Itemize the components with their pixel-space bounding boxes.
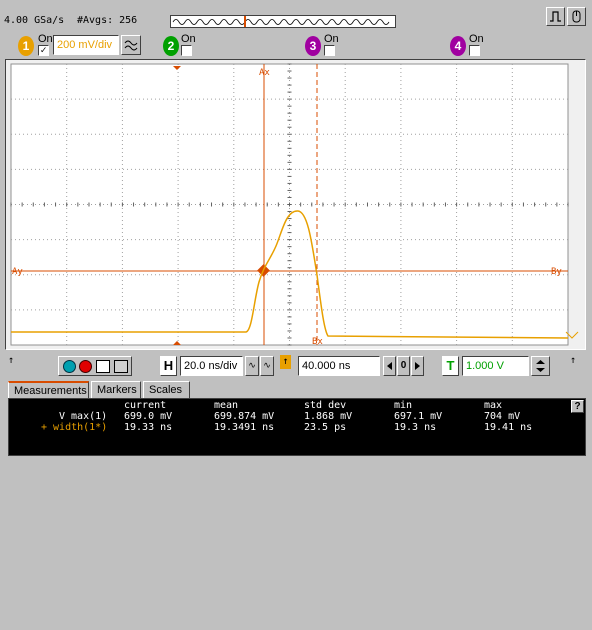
channel-3-group: 3 On (305, 34, 345, 58)
averages-count: #Avgs: 256 (77, 15, 138, 26)
tab-markers[interactable]: Markers (91, 381, 141, 399)
help-button[interactable]: ? (571, 400, 584, 413)
header-mean: mean (214, 400, 239, 411)
trigger-level-field[interactable]: 1.000 V (462, 356, 529, 376)
marker-ay-label: Ay (12, 267, 23, 277)
delay-right-button[interactable] (411, 356, 424, 376)
channel-1-on-label: On (38, 33, 53, 45)
timebase-fine-button[interactable]: ∿ (245, 356, 259, 376)
channel-1-badge[interactable]: 1 (18, 36, 34, 56)
channel-4-on-label: On (469, 33, 484, 45)
measurement-value: 19.3491 ns (214, 422, 275, 433)
delay-field[interactable]: 40.000 ns (298, 356, 380, 376)
trigger-level-spinner[interactable] (531, 356, 550, 376)
memory-waveform-icon (172, 16, 390, 27)
channel-2-on-label: On (181, 33, 196, 45)
marker-by-label: By (551, 267, 562, 277)
print-icon[interactable] (114, 360, 128, 373)
waveform-display-frame: Ax Bx Ay By (5, 59, 586, 350)
measurements-panel: current mean std dev min max V max(1) 69… (8, 398, 586, 456)
display-color-buttons (58, 356, 132, 376)
channel-1-coupling-button[interactable] (121, 35, 141, 55)
pulse-icon (550, 11, 561, 22)
header-max: max (484, 400, 503, 411)
triangle-right-icon (415, 362, 420, 370)
header-std-dev: std dev (304, 400, 347, 411)
channel-4-checkbox[interactable] (469, 45, 480, 56)
channel-1-scale-field[interactable]: 200 mV/div (53, 35, 119, 55)
channel-1-group: 1 On ✓ 200 mV/div (18, 34, 148, 58)
measurement-label[interactable]: V max(1) (59, 411, 107, 422)
up-down-arrows-icon (536, 360, 545, 372)
marker-ax-label: Ax (259, 68, 270, 78)
measurement-label[interactable]: + width(1*) (41, 422, 107, 433)
timebase-wave-button[interactable]: ∿ (260, 356, 274, 376)
ac-coupling-icon (124, 40, 138, 51)
channel-1-checkbox[interactable]: ✓ (38, 45, 49, 56)
channel-2-checkbox[interactable] (181, 45, 192, 56)
channel-3-badge[interactable]: 3 (305, 36, 321, 56)
tab-scales[interactable]: Scales (143, 381, 190, 399)
channel-4-badge[interactable]: 4 (450, 36, 466, 56)
run-mode-button[interactable] (546, 7, 565, 26)
trigger-label: T (442, 356, 459, 376)
horizontal-label: H (160, 356, 177, 376)
triangle-left-icon (387, 362, 392, 370)
measurement-value: 699.874 mV (214, 411, 275, 422)
tab-measurements[interactable]: Measurements (8, 381, 89, 399)
waveform-display[interactable]: Ax Bx Ay By (6, 60, 585, 349)
measurement-value: 19.41 ns (484, 422, 533, 433)
measurement-value: 19.3 ns (394, 422, 437, 433)
channel-3-on-label: On (324, 33, 339, 45)
measurement-value: 699.0 mV (124, 411, 173, 422)
measurement-value: 1.868 mV (304, 411, 353, 422)
timebase-scale-field[interactable]: 20.0 ns/div (180, 356, 243, 376)
mouse-mode-button[interactable] (567, 7, 586, 26)
delay-arrow-icon: ↑ (280, 355, 291, 369)
channel-2-badge[interactable]: 2 (163, 36, 179, 56)
channel-2-group: 2 On (163, 34, 203, 58)
red-color-button[interactable] (79, 360, 92, 373)
header-min: min (394, 400, 413, 411)
channel-4-group: 4 On (450, 34, 490, 58)
measurement-value: 23.5 ps (304, 422, 347, 433)
header-current: current (124, 400, 167, 411)
control-bar: ↑ H 20.0 ns/div ∿ ∿ ↑ 40.000 ns 0 T 1.00… (5, 353, 586, 378)
delay-zero-button[interactable]: 0 (397, 356, 410, 376)
channel-3-checkbox[interactable] (324, 45, 335, 56)
sample-rate: 4.00 GSa/s (4, 15, 65, 26)
measurement-value: 697.1 mV (394, 411, 443, 422)
screenshot-icon[interactable] (96, 360, 110, 373)
marker-bx-label: Bx (312, 337, 323, 347)
mouse-icon (572, 10, 581, 23)
cyan-color-button[interactable] (63, 360, 76, 373)
delay-left-button[interactable] (383, 356, 396, 376)
measurement-value: 704 mV (484, 411, 521, 422)
measurement-value: 19.33 ns (124, 422, 173, 433)
scroll-down-arrow-icon[interactable]: ↑ (570, 355, 576, 366)
scroll-up-arrow-icon[interactable]: ↑ (8, 355, 14, 366)
memory-bar[interactable] (170, 15, 396, 28)
